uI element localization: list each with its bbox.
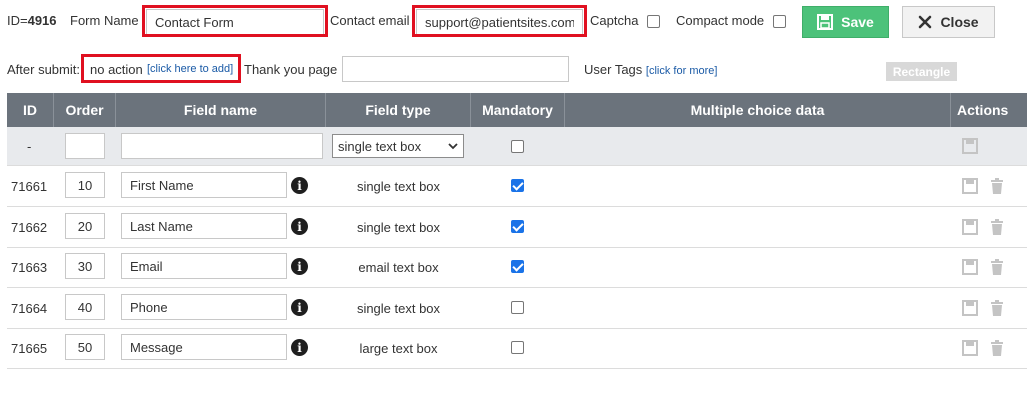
new-row-id: - xyxy=(27,139,32,154)
save-icon[interactable] xyxy=(962,259,978,275)
table-row: 71662 i single text box xyxy=(7,207,1027,248)
row-field-type: single text box xyxy=(356,219,441,235)
info-circle-icon[interactable]: i xyxy=(291,258,308,275)
row-mandatory-checkbox[interactable] xyxy=(511,260,524,273)
new-row-type-select[interactable]: single text box xyxy=(332,134,464,158)
row-order-input[interactable] xyxy=(65,172,105,198)
new-row-mandatory-checkbox[interactable] xyxy=(511,140,524,153)
id-value: 4916 xyxy=(27,13,57,28)
row-id: 71661 xyxy=(11,178,48,194)
user-tags-label: User Tags [click for more] xyxy=(584,62,717,77)
row-mandatory-checkbox[interactable] xyxy=(511,220,524,233)
rectangle-button[interactable]: Rectangle xyxy=(886,62,957,81)
x-icon xyxy=(919,15,932,29)
save-button[interactable]: Save xyxy=(802,6,889,38)
new-row-name-input[interactable] xyxy=(121,133,323,159)
table-row: 71663 i email text box xyxy=(7,247,1027,288)
save-icon[interactable] xyxy=(962,300,978,316)
compact-mode-checkbox[interactable] xyxy=(773,15,786,28)
trash-icon[interactable] xyxy=(990,259,1004,275)
row-id: 71662 xyxy=(11,219,48,235)
table-row: 71664 i single text box xyxy=(7,288,1027,329)
col-order: Order xyxy=(54,93,116,127)
highlight-after-submit xyxy=(81,54,241,83)
row-mandatory-checkbox[interactable] xyxy=(511,341,524,354)
floppy-disk-icon xyxy=(817,14,834,30)
col-actions: Actions xyxy=(957,102,1009,118)
row-name-input[interactable] xyxy=(121,294,287,320)
highlight-form-name xyxy=(142,5,328,37)
contact-email-label: Contact email xyxy=(330,13,410,28)
info-circle-icon[interactable]: i xyxy=(291,339,308,356)
after-submit-label: After submit: xyxy=(7,62,80,77)
row-name-input[interactable] xyxy=(121,253,287,279)
highlight-contact-email xyxy=(412,5,587,37)
form-name-label: Form Name xyxy=(70,13,139,28)
table-row: 71661 i single text box xyxy=(7,166,1027,207)
table-header: ID Order Field name Field type Mandatory… xyxy=(7,93,1027,127)
trash-icon[interactable] xyxy=(990,178,1004,194)
trash-icon[interactable] xyxy=(990,219,1004,235)
compact-mode-label: Compact mode xyxy=(676,13,765,28)
row-field-type: email text box xyxy=(358,259,439,275)
close-button-label: Close xyxy=(940,14,979,30)
thank-you-page-label: Thank you page xyxy=(244,62,338,77)
close-button[interactable]: Close xyxy=(902,6,995,38)
save-icon[interactable] xyxy=(962,219,978,235)
col-multiple-choice: Multiple choice data xyxy=(565,93,951,127)
id-prefix: ID= xyxy=(7,13,28,28)
row-order-input[interactable] xyxy=(65,334,105,360)
trash-icon[interactable] xyxy=(990,340,1004,356)
user-tags-link[interactable]: [click for more] xyxy=(646,65,718,77)
row-name-input[interactable] xyxy=(121,172,287,198)
col-id: ID xyxy=(7,93,54,127)
row-field-type: single text box xyxy=(356,300,441,316)
save-icon[interactable] xyxy=(962,178,978,194)
id-label: ID=4916 xyxy=(7,13,57,28)
chevron-down-icon xyxy=(448,142,458,149)
row-id: 71664 xyxy=(11,300,48,316)
col-field-type: Field type xyxy=(326,93,471,127)
user-tags-text: User Tags xyxy=(584,62,643,77)
trash-icon[interactable] xyxy=(990,300,1004,316)
captcha-checkbox[interactable] xyxy=(647,15,660,28)
thank-you-page-input[interactable] xyxy=(342,56,569,82)
save-button-label: Save xyxy=(841,14,874,30)
row-mandatory-checkbox[interactable] xyxy=(511,301,524,314)
row-id: 71663 xyxy=(11,259,48,275)
table-row-new: - single text box xyxy=(7,127,1027,166)
info-circle-icon[interactable]: i xyxy=(291,299,308,316)
row-name-input[interactable] xyxy=(121,334,287,360)
col-mandatory: Mandatory xyxy=(471,93,565,127)
info-circle-icon[interactable]: i xyxy=(291,177,308,194)
row-id: 71665 xyxy=(11,340,48,356)
new-row-type-value: single text box xyxy=(338,138,422,154)
save-icon[interactable] xyxy=(962,340,978,356)
captcha-label: Captcha xyxy=(590,13,639,28)
row-order-input[interactable] xyxy=(65,253,105,279)
col-field-name: Field name xyxy=(116,93,326,127)
row-field-type: large text box xyxy=(359,340,438,356)
info-circle-icon[interactable]: i xyxy=(291,218,308,235)
save-icon[interactable] xyxy=(962,138,978,154)
row-field-type: single text box xyxy=(356,178,441,194)
row-name-input[interactable] xyxy=(121,213,287,239)
row-mandatory-checkbox[interactable] xyxy=(511,179,524,192)
new-row-order-input[interactable] xyxy=(65,133,105,159)
row-order-input[interactable] xyxy=(65,294,105,320)
table-row: 71665 i large text box xyxy=(7,328,1027,369)
row-order-input[interactable] xyxy=(65,213,105,239)
